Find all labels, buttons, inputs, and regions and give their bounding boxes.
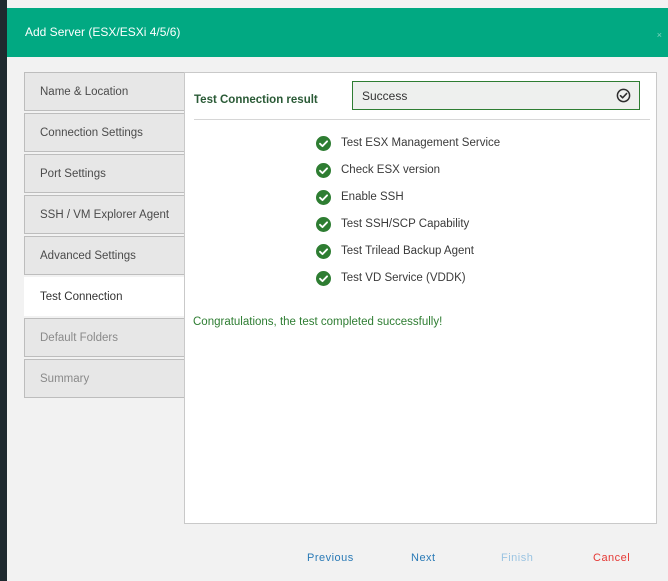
check-circle-icon [316,163,331,178]
add-server-dialog: Add Server (ESX/ESXi 4/5/6) × Name & Loc… [0,0,668,581]
result-label: Test Connection result [194,94,318,106]
step-label: SSH / VM Explorer Agent [40,209,170,221]
check-item: Test Trilead Backup Agent [316,244,556,260]
result-value: Success [362,89,408,103]
previous-button[interactable]: Previous [307,552,354,564]
check-circle-icon [316,136,331,151]
success-message: Congratulations, the test completed succ… [193,316,443,328]
title-bar: Add Server (ESX/ESXi 4/5/6) × [7,8,668,57]
window-left-border [0,0,7,581]
step-label: Test Connection [40,291,123,303]
check-circle-icon [316,217,331,232]
step-summary: Summary [24,359,184,398]
test-connection-panel: Test Connection result Success Test ESX … [184,72,657,524]
check-circle-icon [316,190,331,205]
step-advanced-settings[interactable]: Advanced Settings [24,236,184,275]
check-item: Test ESX Management Service [316,136,556,152]
step-name-location[interactable]: Name & Location [24,72,184,111]
step-ssh-vm-explorer-agent[interactable]: SSH / VM Explorer Agent [24,195,184,234]
close-icon[interactable]: × [657,30,662,40]
check-label: Test ESX Management Service [341,137,501,149]
step-label: Advanced Settings [40,250,136,262]
check-item: Test VD Service (VDDK) [316,271,556,287]
check-label: Test SSH/SCP Capability [341,218,470,230]
check-circle-icon [316,271,331,286]
check-outline-icon [616,88,631,103]
cancel-button[interactable]: Cancel [593,552,630,564]
next-button[interactable]: Next [411,552,436,564]
step-label: Port Settings [40,168,106,180]
finish-button: Finish [501,552,534,564]
step-test-connection[interactable]: Test Connection [24,277,184,316]
step-label: Summary [40,373,90,385]
check-label: Check ESX version [341,164,441,176]
step-connection-settings[interactable]: Connection Settings [24,113,184,152]
step-label: Default Folders [40,332,118,344]
check-item: Check ESX version [316,163,556,179]
check-label: Test VD Service (VDDK) [341,272,466,284]
step-label: Connection Settings [40,127,143,139]
check-item: Enable SSH [316,190,556,206]
step-port-settings[interactable]: Port Settings [24,154,184,193]
check-label: Test Trilead Backup Agent [341,245,474,257]
step-label: Name & Location [40,86,129,98]
check-circle-icon [316,244,331,259]
divider [194,119,650,120]
dialog-title: Add Server (ESX/ESXi 4/5/6) [25,25,181,39]
check-item: Test SSH/SCP Capability [316,217,556,233]
step-default-folders: Default Folders [24,318,184,357]
result-field: Success [352,81,640,110]
wizard-steps: Name & Location Connection Settings Port… [24,72,184,400]
check-label: Enable SSH [341,191,404,203]
